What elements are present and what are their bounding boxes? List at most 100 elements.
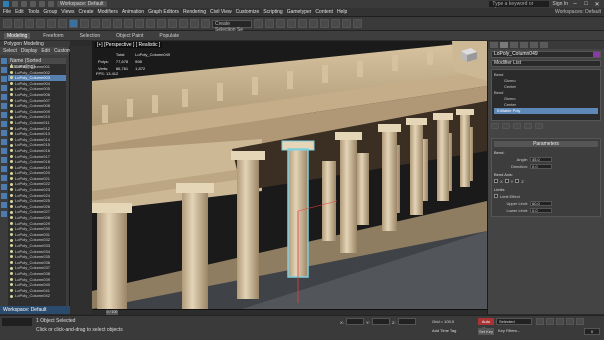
hierarchy-tab-icon[interactable] [510,42,518,48]
layer-explorer-icon[interactable] [276,19,285,28]
filter-containers-icon[interactable] [1,139,7,145]
visibility-icon[interactable] [10,132,13,136]
play-icon[interactable] [556,318,564,325]
render-icon[interactable] [353,19,362,28]
next-frame-icon[interactable] [566,318,574,325]
render-setup-icon[interactable] [331,19,340,28]
stack-item[interactable]: Editable Poly [494,108,598,114]
menu-modifiers[interactable]: Modifiers [98,9,118,15]
filter-shapes-icon[interactable] [1,67,7,73]
display-children-icon[interactable] [1,193,7,199]
filter-xrefs-icon[interactable] [1,121,7,127]
menu-graph-editors[interactable]: Graph Editors [148,9,179,15]
selection-filter-icon[interactable] [58,19,67,28]
visibility-icon[interactable] [10,149,13,153]
visibility-icon[interactable] [10,255,13,259]
rendered-frame-icon[interactable] [342,19,351,28]
visibility-icon[interactable] [10,294,13,298]
visibility-icon[interactable] [10,70,13,74]
filter-geometry-icon[interactable] [1,58,7,64]
visibility-icon[interactable] [10,283,13,287]
material-editor-icon[interactable] [320,19,329,28]
select-object-icon[interactable] [69,19,78,28]
create-tab-icon[interactable] [490,42,498,48]
visibility-icon[interactable] [10,221,13,225]
filter-groups-icon[interactable] [1,112,7,118]
go-to-end-icon[interactable] [576,318,584,325]
menu-group[interactable]: Group [43,9,57,15]
visibility-icon[interactable] [10,115,13,119]
visibility-icon[interactable] [10,210,13,214]
workspace-dropdown[interactable]: Workspace: Default [57,1,107,7]
auto-key-button[interactable]: Auto Key [478,318,494,331]
polygon-modeling-label[interactable]: Polygon Modeling [0,41,70,47]
object-name-field[interactable]: LoPoly_Column049 [491,51,601,58]
new-file-icon[interactable] [12,1,18,7]
filter-bones-icon[interactable] [1,130,7,136]
close-icon[interactable]: ✕ [593,1,601,8]
previous-frame-icon[interactable] [546,318,554,325]
limit-effect-checkbox[interactable] [494,194,498,198]
menu-content[interactable]: Content [315,9,333,15]
graphite-toggle-icon[interactable] [287,19,296,28]
spinner-snap-icon[interactable] [201,19,210,28]
viewport-label[interactable]: [+] [Perspective ] [ Realistic ] [95,42,163,48]
lower-limit-spinner[interactable]: 0.0 [530,207,552,213]
motion-tab-icon[interactable] [520,42,528,48]
filter-helpers-icon[interactable] [1,94,7,100]
sign-in-link[interactable]: Sign In [552,1,568,7]
axis-x-radio[interactable] [494,179,498,183]
explorer-tab-display[interactable]: Display [21,48,37,54]
tab-populate[interactable]: Populate [156,33,182,39]
filter-spacewarps-icon[interactable] [1,103,7,109]
go-to-start-icon[interactable] [536,318,544,325]
display-tab-icon[interactable] [530,42,538,48]
utilities-tab-icon[interactable] [540,42,548,48]
workspaces-label[interactable]: Workspaces: Default [555,9,601,15]
filter-all-icon[interactable] [1,166,7,172]
set-key-button[interactable]: Set Key [478,328,494,335]
visibility-icon[interactable] [10,238,13,242]
redo-icon[interactable] [48,1,54,7]
select-by-name-icon[interactable] [80,19,89,28]
perspective-viewport[interactable]: [+] [Perspective ] [ Realistic ] Total Lo… [92,41,487,309]
make-unique-icon[interactable] [513,123,521,129]
visibility-icon[interactable] [10,182,13,186]
sort-layers-icon[interactable] [1,211,7,217]
redo-tool-icon[interactable] [14,19,23,28]
menu-rendering[interactable]: Rendering [183,9,206,15]
coordinate-system-icon[interactable] [146,19,155,28]
undo-icon[interactable] [39,1,45,7]
maximize-icon[interactable]: □ [582,1,590,7]
menu-help[interactable]: Help [337,9,347,15]
link-icon[interactable] [25,19,34,28]
menu-civil-view[interactable]: Civil View [210,9,232,15]
key-filters-button[interactable]: Key Filters... [498,328,520,333]
menu-tools[interactable]: Tools [28,9,40,15]
axis-z-radio[interactable] [515,179,520,183]
visibility-icon[interactable] [10,205,13,209]
modify-tab-icon[interactable] [500,42,508,48]
angle-snap-icon[interactable] [179,19,188,28]
visibility-icon[interactable] [10,272,13,276]
explorer-tab-edit[interactable]: Edit [41,48,50,54]
filter-none-icon[interactable] [1,175,7,181]
schematic-view-icon[interactable] [309,19,318,28]
filter-frozen-icon[interactable] [1,148,7,154]
menu-customize[interactable]: Customize [236,9,260,15]
tab-object-paint[interactable]: Object Paint [113,33,146,39]
add-time-tag-button[interactable]: Add Time Tag [432,328,456,333]
visibility-icon[interactable] [10,277,13,281]
upper-limit-spinner[interactable]: 60.0 [530,200,552,206]
filter-hidden-icon[interactable] [1,157,7,163]
key-mode-dropdown[interactable]: Selected [496,318,532,325]
app-logo-icon[interactable] [3,1,9,7]
menu-file[interactable]: File [3,9,11,15]
display-influences-icon[interactable] [1,202,7,208]
scale-icon[interactable] [135,19,144,28]
visibility-icon[interactable] [10,160,13,164]
visibility-icon[interactable] [10,188,13,192]
visibility-icon[interactable] [10,171,13,175]
pivot-center-icon[interactable] [157,19,166,28]
menu-gametyper[interactable]: Gametyper [287,9,312,15]
